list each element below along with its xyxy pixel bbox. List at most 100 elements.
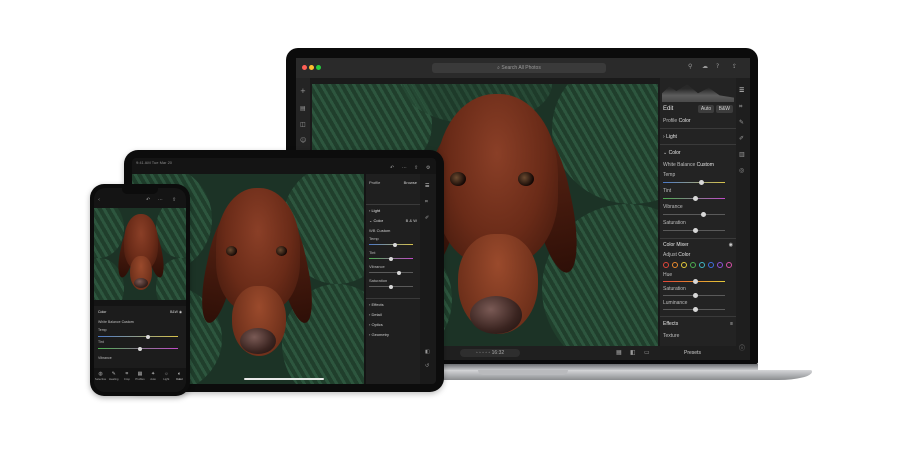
toolbar-item[interactable]: ◐ Color <box>173 371 185 381</box>
detail-view-icon[interactable]: ▭ <box>644 350 650 356</box>
back-icon[interactable]: ‹ <box>98 198 100 203</box>
vibrance-slider[interactable] <box>663 212 725 217</box>
tint-slider[interactable] <box>663 196 725 201</box>
brush-icon[interactable]: ✐ <box>425 216 429 221</box>
color-swatch[interactable] <box>726 262 732 268</box>
color-swatch[interactable] <box>708 262 714 268</box>
filter-icon[interactable]: ⚲ <box>688 64 692 70</box>
undo-icon[interactable]: ↶ <box>146 198 150 203</box>
color-swatch[interactable] <box>699 262 705 268</box>
laptop-edit-panel: Edit Auto B&W Profile Color › Light ⌄ Co… <box>660 78 736 360</box>
color-swatch[interactable] <box>681 262 687 268</box>
albums-icon[interactable]: ◫ <box>300 122 306 128</box>
color-section[interactable]: Color <box>669 150 681 156</box>
info-icon[interactable]: ⓘ <box>739 346 745 352</box>
edit-sliders-icon[interactable]: ☰ <box>739 88 744 94</box>
library-icon[interactable]: ▤ <box>300 106 306 112</box>
tablet-profile-label: Profile <box>369 180 381 185</box>
luminance-slider[interactable] <box>663 307 725 312</box>
crop-icon[interactable]: ⌗ <box>425 200 428 205</box>
color-picker-icon[interactable]: ◉ <box>179 310 182 314</box>
color-swatch[interactable] <box>717 262 723 268</box>
presets-button[interactable]: Presets <box>684 350 701 356</box>
effects-section[interactable]: Effects <box>663 321 678 327</box>
phone-wb-value[interactable]: Custom <box>122 320 134 324</box>
histogram <box>662 84 734 102</box>
tablet-light-section[interactable]: Light <box>371 208 380 213</box>
white-balance-value[interactable]: Custom <box>697 162 714 168</box>
toolbar-item[interactable]: ◍ Selective <box>95 371 107 381</box>
search-bar[interactable]: ⌕ Search All Photos <box>432 63 606 73</box>
more-icon[interactable]: ⋯ <box>402 166 407 171</box>
toolbar-item[interactable]: ⌗ Crop <box>121 371 133 381</box>
tablet-color-section[interactable]: Color <box>373 218 383 223</box>
toolbar-item[interactable]: ▦ Profiles <box>134 371 146 381</box>
tablet-vibrance-slider[interactable] <box>369 270 413 275</box>
tablet-temp-slider[interactable] <box>369 242 413 247</box>
saturation-slider[interactable] <box>663 228 725 233</box>
phone-tint-slider[interactable] <box>98 346 178 351</box>
toolbar-item[interactable]: ✦ Auto <box>147 371 159 381</box>
minimize-window-icon[interactable] <box>309 65 314 70</box>
color-swatch[interactable] <box>672 262 678 268</box>
more-icon[interactable]: ⋯ <box>158 198 163 203</box>
bw-button[interactable]: B&W <box>715 105 733 113</box>
maximize-window-icon[interactable] <box>316 65 321 70</box>
color-swatch[interactable] <box>690 262 696 268</box>
slider-label: Temp <box>98 328 107 332</box>
versions-icon[interactable]: ↺ <box>425 364 429 369</box>
effects-menu-icon[interactable]: ≡ <box>730 321 733 327</box>
tablet-wb-value[interactable]: Custom <box>377 228 391 233</box>
light-section[interactable]: Light <box>666 134 677 140</box>
linear-gradient-icon[interactable]: ▥ <box>739 152 745 158</box>
temp-slider[interactable] <box>663 180 725 185</box>
phone-photo[interactable] <box>94 208 186 300</box>
slider-label: Luminance <box>663 300 688 306</box>
presets-icon[interactable]: ◧ <box>425 350 430 355</box>
auto-button[interactable]: Auto <box>697 105 715 113</box>
share-icon[interactable]: ⇪ <box>172 198 176 203</box>
color-mixer-target-icon[interactable]: ◉ <box>729 242 733 248</box>
share-icon[interactable]: ⇪ <box>732 64 737 70</box>
tablet-saturation-slider[interactable] <box>369 284 413 289</box>
tablet-geometry-section[interactable]: Geometry <box>371 332 389 337</box>
treatment-value[interactable]: Color <box>679 118 691 124</box>
adjust-label: Adjust <box>663 252 677 258</box>
rating-controls[interactable]: ◦ ◦ ◦ ◦ ◦ 16:32 <box>460 349 520 357</box>
radial-gradient-icon[interactable]: ◎ <box>739 168 744 174</box>
add-photos-icon[interactable]: + <box>300 88 306 95</box>
slider-label: Saturation <box>663 286 686 292</box>
people-icon[interactable]: ☺ <box>300 138 306 144</box>
healing-icon[interactable]: ✎ <box>739 120 744 126</box>
share-icon[interactable]: ⇪ <box>414 166 418 171</box>
cloud-icon[interactable]: ☁ <box>702 64 708 70</box>
tablet-detail-section[interactable]: Detail <box>371 312 381 317</box>
toolbar-item[interactable]: ☼ Light <box>160 371 172 381</box>
grid-view-icon[interactable]: ▦ <box>616 350 622 356</box>
color-swatch[interactable] <box>663 262 669 268</box>
phone-vibrance-label: Vibrance <box>98 356 112 360</box>
brush-icon[interactable]: ✐ <box>739 136 744 142</box>
undo-icon[interactable]: ↶ <box>390 166 394 171</box>
phone-bw-toggle[interactable]: B&W <box>170 310 178 314</box>
compare-view-icon[interactable]: ◧ <box>630 350 636 356</box>
help-icon[interactable]: ? <box>716 64 719 70</box>
tablet-effects-section[interactable]: Effects <box>371 302 383 307</box>
color-mixer-label[interactable]: Color Mixer <box>663 242 689 248</box>
slider-label: Tint <box>663 188 672 194</box>
crop-icon[interactable]: ⌗ <box>739 104 742 110</box>
tablet-tint-slider[interactable] <box>369 256 413 261</box>
tablet-optics-section[interactable]: Optics <box>371 322 382 327</box>
edit-sliders-icon[interactable]: ☰ <box>425 184 429 189</box>
close-window-icon[interactable] <box>302 65 307 70</box>
tablet-profile-value[interactable]: Browse <box>404 180 417 185</box>
mixer-saturation-slider[interactable] <box>663 293 725 298</box>
white-balance-label: White Balance <box>663 162 696 168</box>
adjust-value[interactable]: Color <box>678 252 690 258</box>
settings-icon[interactable]: ⚙ <box>426 166 430 171</box>
phone-temp-slider[interactable] <box>98 334 178 339</box>
hue-slider[interactable] <box>663 279 725 284</box>
toolbar-item[interactable]: ✎ Healing <box>108 371 120 381</box>
tablet-bw-toggle[interactable]: B & W <box>406 218 417 223</box>
tablet-right-rail: ☰ ⌗ ✐ ◧ ↺ <box>420 174 436 384</box>
